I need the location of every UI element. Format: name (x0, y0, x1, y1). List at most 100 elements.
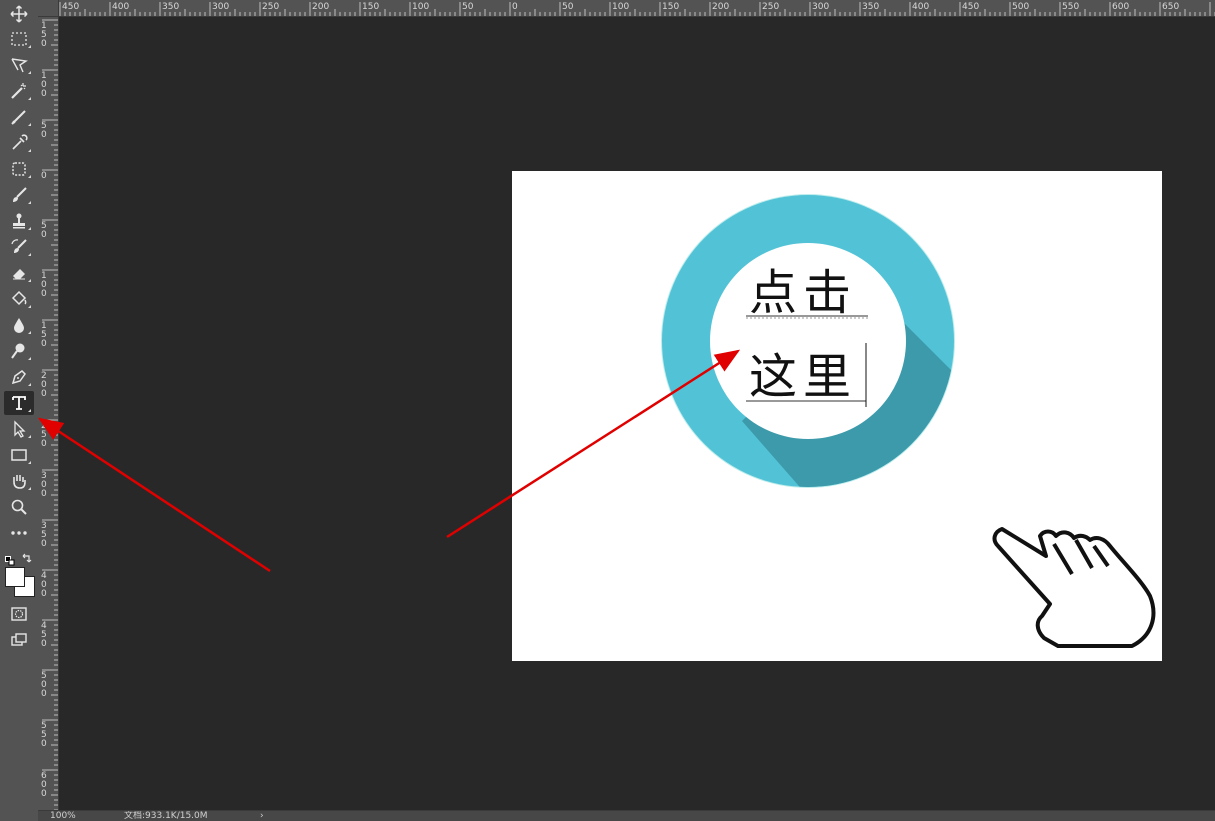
horizontal-ruler: 450 400 350 300 250 200 150 100 50 0 50 100 150 200 25… (38, 0, 1215, 17)
brush-tool[interactable] (4, 183, 34, 207)
pen-tool[interactable] (4, 365, 34, 389)
brush-icon (13, 187, 27, 202)
eraser-icon (13, 269, 25, 280)
ruler-label: 300 (212, 2, 230, 12)
zoom-level[interactable]: 100% (50, 811, 76, 821)
magic-wand-tool[interactable] (4, 79, 34, 103)
ruler-label: 400 (912, 2, 930, 12)
path-selection-tool[interactable] (4, 417, 34, 441)
ruler-label: 0 (41, 171, 47, 181)
stamp-tool[interactable] (4, 209, 34, 233)
ruler-label: 350 (862, 2, 880, 12)
blur-tool[interactable] (4, 313, 34, 337)
rectangle-icon (11, 449, 27, 461)
tools-panel (0, 0, 39, 821)
ruler-label: 400 (112, 2, 130, 12)
blur-icon (14, 318, 24, 333)
status-bar: 100% 文档:933.1K/15.0M › (38, 810, 1215, 821)
paint-bucket-icon (11, 290, 27, 306)
pen-icon (11, 370, 26, 385)
eyedropper-tool[interactable] (4, 131, 34, 155)
ruler-label: 200 (312, 2, 330, 12)
screen-mode-icon (11, 633, 27, 646)
history-brush-icon (11, 239, 27, 253)
patch-tool[interactable] (4, 157, 34, 181)
move-tool[interactable] (4, 2, 34, 26)
ruler-label: 5 5 0 (41, 721, 47, 749)
vertical-ruler: 1 5 0 1 0 0 5 0 0 5 0 1 0 0 1 5 0 2 0 0 2 5 0 3 0… (38, 16, 59, 811)
hand-icon (13, 475, 26, 489)
ruler-label: 350 (162, 2, 180, 12)
ruler-label: 200 (712, 2, 730, 12)
zoom-tool[interactable] (4, 495, 34, 519)
ruler-label: 1 0 0 (41, 271, 47, 299)
rectangle-tool[interactable] (4, 443, 34, 467)
text-line-2[interactable]: 这里 (749, 352, 857, 402)
eraser-tool[interactable] (4, 261, 34, 285)
ruler-label: 450 (62, 2, 80, 12)
ruler-label: 5 0 0 (41, 671, 47, 699)
screen-mode-button[interactable] (4, 628, 34, 652)
ruler-label: 4 0 0 (41, 571, 47, 599)
ruler-label: 6 0 0 (41, 771, 47, 799)
hand-tool[interactable] (4, 469, 34, 493)
document-info[interactable]: 文档:933.1K/15.0M (124, 811, 208, 821)
ruler-label: 100 (412, 2, 430, 12)
ruler-label: 600 (1112, 2, 1130, 12)
pointing-hand-icon (992, 527, 1156, 648)
ruler-label: 1 5 0 (41, 21, 47, 49)
history-brush-tool[interactable] (4, 235, 34, 259)
move-icon (10, 5, 28, 23)
quick-mask-button[interactable] (4, 602, 34, 626)
ruler-label: 2 0 0 (41, 371, 47, 399)
crop-icon (11, 110, 26, 125)
ruler-label: 3 0 0 (41, 471, 47, 499)
crop-tool[interactable] (4, 105, 34, 129)
ruler-label: 5 0 (41, 221, 47, 240)
type-tool[interactable] (4, 391, 34, 415)
ruler-label: 450 (962, 2, 980, 12)
foreground-color-swatch[interactable] (5, 567, 25, 587)
paint-bucket-tool[interactable] (4, 287, 34, 311)
text-line-1[interactable]: 点击 (749, 268, 857, 318)
stamp-icon (13, 213, 25, 229)
document-canvas[interactable]: 点击 这里 (512, 171, 1162, 661)
ruler-label: 50 (462, 2, 474, 12)
arrow-icon (14, 420, 26, 438)
ruler-label: 300 (812, 2, 830, 12)
more-icon (11, 531, 27, 535)
ruler-label: 3 5 0 (41, 521, 47, 549)
ruler-label: 150 (362, 2, 380, 12)
ruler-label: 4 5 0 (41, 621, 47, 649)
ruler-label: 250 (762, 2, 780, 12)
ruler-label: 650 (1162, 2, 1180, 12)
ruler-origin[interactable] (38, 0, 59, 17)
ruler-label: 5 0 (41, 121, 47, 140)
default-colors-icon[interactable] (5, 551, 15, 566)
ruler-label: 50 (562, 2, 574, 12)
marquee-icon (11, 32, 27, 46)
marquee-tool[interactable] (4, 27, 34, 51)
ruler-label: 1 0 0 (41, 71, 47, 99)
ruler-label: 550 (1062, 2, 1080, 12)
swap-colors-icon[interactable] (21, 550, 33, 563)
quick-mask-icon (11, 607, 27, 621)
magic-wand-icon (11, 83, 26, 99)
ruler-label: 0 (512, 2, 518, 12)
eyedropper-icon (12, 134, 28, 150)
ruler-label: 2 5 0 (41, 421, 47, 449)
dodge-tool[interactable] (4, 339, 34, 363)
status-menu-arrow-icon[interactable]: › (260, 811, 264, 821)
dodge-icon (11, 343, 25, 359)
more-tools[interactable] (4, 521, 34, 545)
patch-icon (12, 162, 26, 176)
lasso-tool[interactable] (4, 53, 34, 77)
type-icon (12, 396, 26, 410)
zoom-icon (11, 499, 27, 515)
arrow-to-type-tool (37, 417, 271, 573)
ruler-label: 100 (612, 2, 630, 12)
ruler-label: 1 5 0 (41, 321, 47, 349)
ruler-label: 150 (662, 2, 680, 12)
ruler-label: 500 (1012, 2, 1030, 12)
lasso-icon (11, 58, 28, 73)
